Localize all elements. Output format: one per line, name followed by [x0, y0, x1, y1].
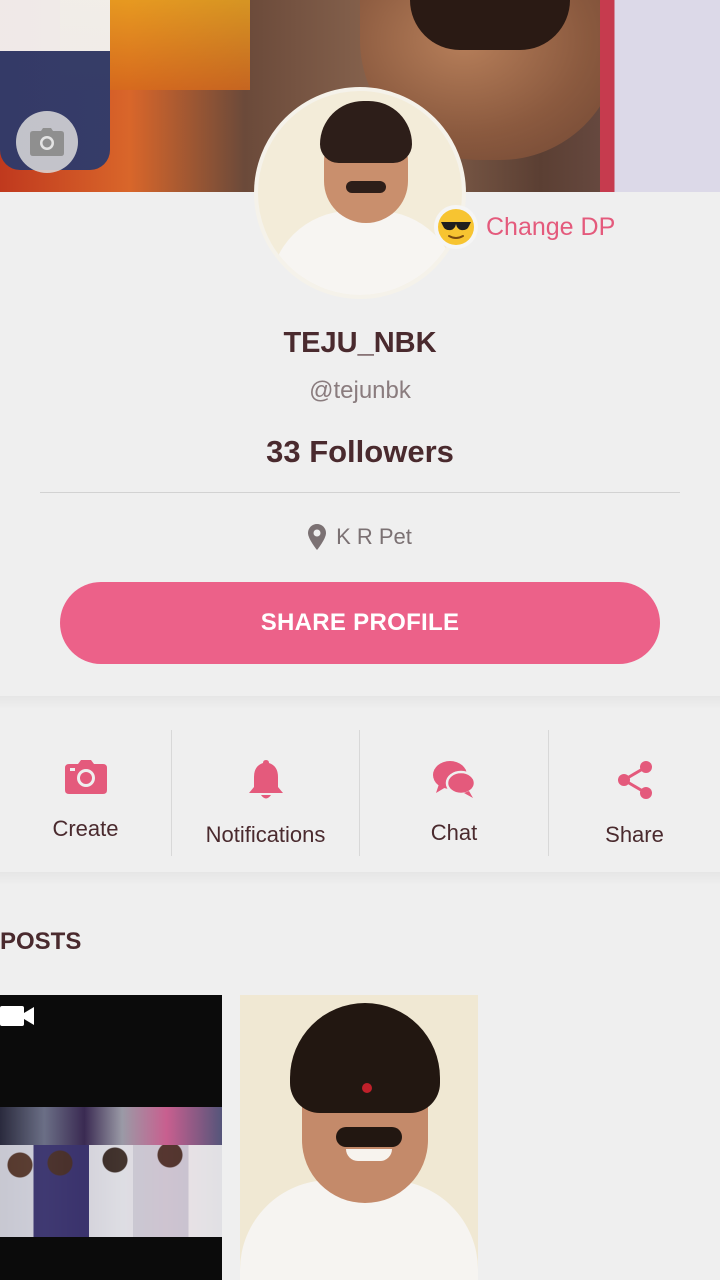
chat-icon	[433, 761, 475, 798]
chat-label: Chat	[430, 820, 478, 845]
post-thumbnail[interactable]	[0, 995, 222, 1280]
cover-shirt	[600, 0, 720, 192]
create-button[interactable]: Create	[0, 730, 171, 856]
notifications-label: Notifications	[205, 822, 326, 847]
change-dp-label: Change DP	[486, 212, 616, 241]
cover-mustache	[410, 0, 570, 50]
change-dp-button[interactable]: Change DP	[434, 204, 615, 250]
profile-handle: @tejunbk	[309, 377, 411, 404]
share-label: Share	[605, 822, 664, 847]
camera-icon	[30, 128, 64, 156]
location-pin-icon	[308, 524, 327, 550]
section-divider	[0, 872, 720, 884]
followers-count[interactable]: 33 Followers	[0, 434, 720, 470]
create-label: Create	[52, 816, 119, 841]
share-button[interactable]: Share	[549, 730, 720, 856]
camera-icon	[64, 760, 107, 794]
location: K R Pet	[0, 524, 720, 550]
video-icon	[0, 1006, 34, 1026]
posts-heading: POSTS	[0, 928, 82, 955]
divider	[40, 492, 680, 493]
change-cover-button[interactable]	[16, 111, 78, 173]
profile-actions: Create Notifications Chat Share	[0, 730, 720, 856]
bell-icon	[248, 760, 283, 799]
post-thumbnail[interactable]	[240, 995, 478, 1280]
profile-name: TEJU_NBK	[283, 327, 437, 359]
share-profile-button[interactable]: SHARE PROFILE	[60, 582, 660, 664]
section-divider	[0, 696, 720, 708]
sunglasses-emoji-icon	[434, 205, 478, 249]
chat-button[interactable]: Chat	[360, 730, 548, 856]
location-label: K R Pet	[336, 524, 412, 549]
profile-avatar[interactable]	[254, 87, 466, 299]
notifications-button[interactable]: Notifications	[172, 730, 359, 856]
share-icon	[617, 761, 652, 799]
